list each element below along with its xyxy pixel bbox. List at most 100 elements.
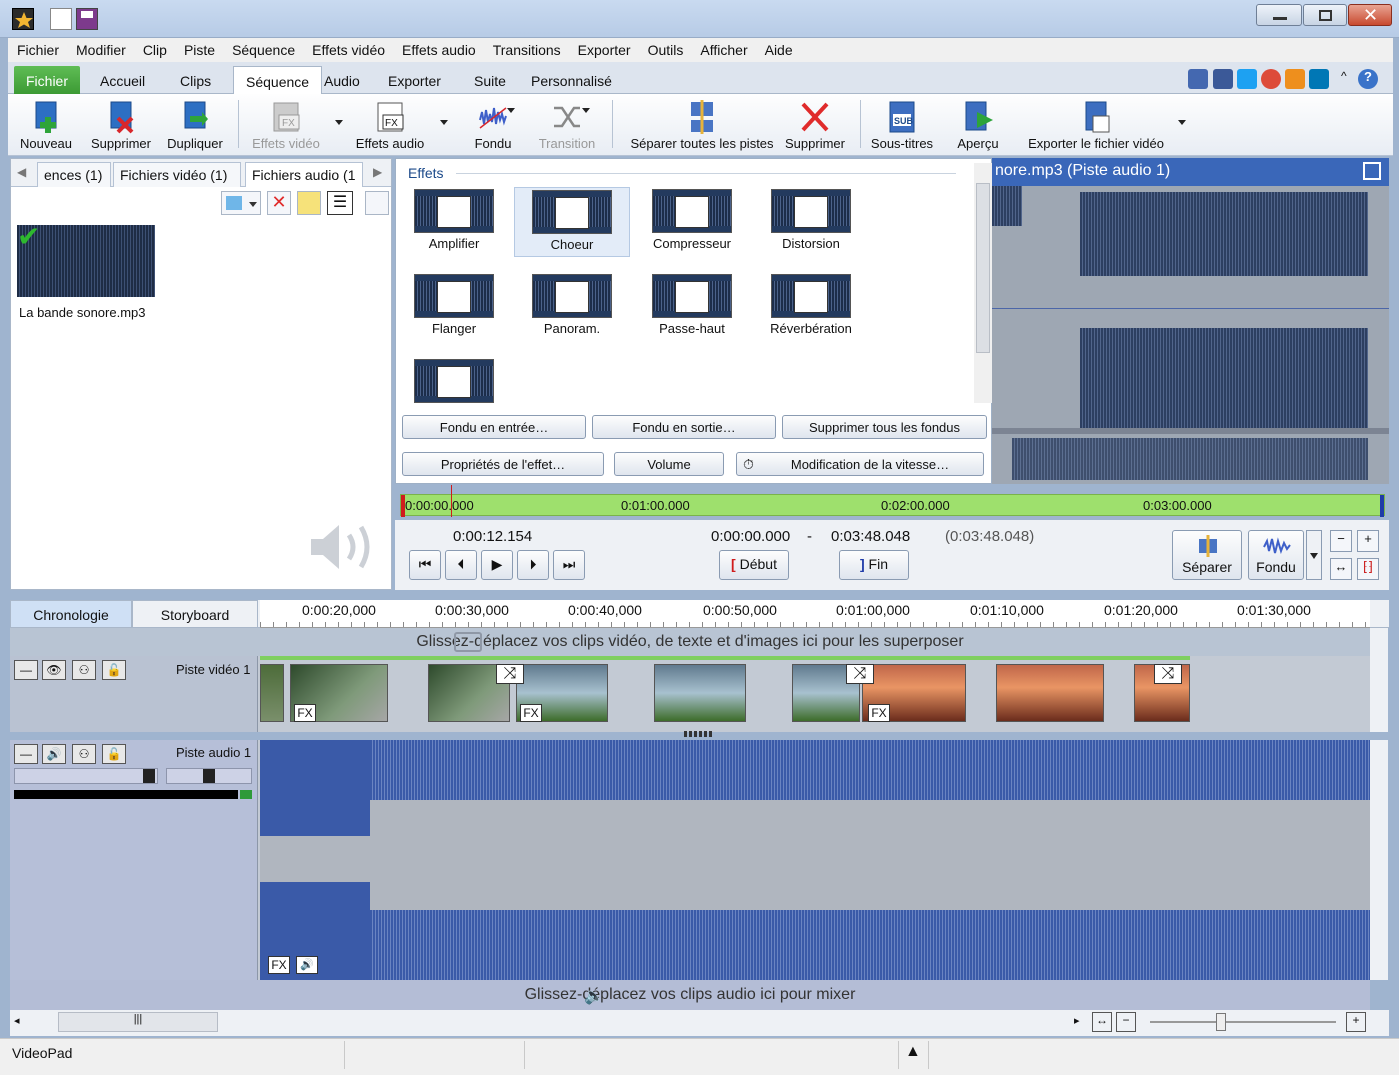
zoom-out-icon[interactable]: −	[1330, 530, 1352, 552]
effets-audio-button[interactable]: FX Effets audio	[350, 98, 430, 154]
fondu-preview-button[interactable]: Fondu	[1248, 530, 1304, 580]
zoom-in-icon[interactable]: +	[1357, 530, 1379, 552]
goto-end-button[interactable]: ⏭	[553, 550, 585, 580]
facebook-icon[interactable]	[1213, 69, 1233, 89]
video-clip[interactable]	[654, 664, 746, 722]
effect-flanger[interactable]: Flanger	[396, 272, 512, 342]
menu-aide[interactable]: Aide	[756, 38, 801, 58]
zoom-in-timeline-icon[interactable]: +	[1346, 1012, 1366, 1032]
volume-slider[interactable]	[14, 768, 158, 784]
effect-compresseur[interactable]: Compresseur	[634, 187, 750, 257]
tab-accueil[interactable]: Accueil	[88, 66, 157, 94]
fx-badge[interactable]: FX	[294, 704, 316, 722]
playhead[interactable]	[451, 485, 452, 517]
menu-effets-audio[interactable]: Effets audio	[393, 38, 484, 58]
video-clip[interactable]	[260, 664, 284, 722]
preview-ruler[interactable]: 0:00:00.000 0:01:00.000 0:02:00.000 0:03…	[400, 485, 1385, 517]
fx-badge[interactable]: FX	[868, 704, 890, 722]
exporter-video-button[interactable]: Exporter le fichier vidéo	[1018, 98, 1174, 154]
sous-titres-button[interactable]: SUB Sous-titres	[864, 98, 940, 154]
tab-sequences[interactable]: ences (1)	[37, 162, 111, 187]
audio-group-icon[interactable]: ⚇	[72, 744, 96, 764]
like-icon[interactable]	[1188, 69, 1208, 89]
mute-icon[interactable]: 🔊	[42, 744, 66, 764]
menu-outils[interactable]: Outils	[639, 38, 692, 58]
effect-reverberation[interactable]: Réverbération	[753, 272, 869, 342]
twitter-icon[interactable]	[1237, 69, 1257, 89]
tab-sequence[interactable]: Séquence	[233, 66, 323, 94]
menu-piste[interactable]: Piste	[175, 38, 223, 58]
timeline-ruler[interactable]: 0:00:20,000 0:00:30,000 0:00:40,000 0:00…	[260, 600, 1370, 628]
tab-chronologie[interactable]: Chronologie	[10, 600, 132, 628]
bin-tabs-right-icon[interactable]: ▶	[373, 165, 382, 179]
transition-icon[interactable]: ⤨	[496, 664, 524, 684]
tab-fichier[interactable]: Fichier	[14, 66, 81, 94]
tab-fichiers-video[interactable]: Fichiers vidéo (1)	[113, 162, 241, 187]
menu-effets-video[interactable]: Effets vidéo	[303, 38, 393, 58]
effect-more[interactable]	[396, 357, 512, 405]
tab-suite[interactable]: Suite	[462, 66, 518, 94]
goto-start-button[interactable]: ⏮	[409, 550, 441, 580]
end-marker[interactable]	[1380, 495, 1384, 517]
video-clip[interactable]	[996, 664, 1104, 722]
audio-volume-icon[interactable]: 🔊	[296, 956, 318, 974]
video-lock-icon[interactable]: 🔓	[102, 660, 126, 680]
transition-icon[interactable]: ⤨	[1154, 664, 1182, 684]
audio-mix-track[interactable]: 🔈 Glissez-déplacez vos clips audio ici p…	[10, 980, 1370, 1010]
help-icon[interactable]: ?	[1358, 69, 1378, 89]
video-track-scrollbar[interactable]	[1370, 628, 1388, 732]
rss-icon[interactable]	[1285, 69, 1305, 89]
zoom-out-timeline-icon[interactable]: −	[1116, 1012, 1136, 1032]
fondu-entree-button[interactable]: Fondu en entrée…	[402, 415, 586, 439]
transition-dropdown-icon[interactable]	[582, 108, 590, 113]
audio-lock-icon[interactable]: 🔓	[102, 744, 126, 764]
effets-audio-dropdown-icon[interactable]	[440, 120, 448, 125]
tab-personnalise[interactable]: Personnalisé	[519, 66, 624, 94]
audio-fx-badge[interactable]: FX	[268, 956, 290, 974]
menu-clip[interactable]: Clip	[134, 38, 175, 58]
fx-badge[interactable]: FX	[520, 704, 542, 722]
tab-clips[interactable]: Clips	[168, 66, 223, 94]
exporter-dropdown-icon[interactable]	[1178, 120, 1186, 125]
prev-frame-button[interactable]: ⏴	[445, 550, 477, 580]
separer-button[interactable]: Séparer	[1172, 530, 1242, 580]
tab-fichiers-audio[interactable]: Fichiers audio (1	[245, 162, 363, 187]
tab-audio[interactable]: Audio	[312, 66, 372, 94]
collapse-audio-icon[interactable]: —	[14, 744, 38, 764]
nouveau-button[interactable]: Nouveau	[14, 98, 78, 154]
collapse-ribbon-icon[interactable]: ^	[1341, 69, 1347, 83]
effets-video-button[interactable]: FX Effets vidéo	[246, 98, 326, 154]
fondu-sortie-button[interactable]: Fondu en sortie…	[592, 415, 776, 439]
tab-exporter[interactable]: Exporter	[376, 66, 453, 94]
remove-file-icon[interactable]: ✕	[267, 191, 291, 215]
effect-choeur[interactable]: Choeur	[514, 187, 630, 257]
zoom-slider[interactable]	[1150, 1013, 1336, 1031]
effets-video-dropdown-icon[interactable]	[335, 120, 343, 125]
supprimer-button[interactable]: Supprimer	[780, 98, 850, 154]
google-plus-icon[interactable]	[1261, 69, 1281, 89]
tab-storyboard[interactable]: Storyboard	[132, 600, 258, 628]
menu-exporter[interactable]: Exporter	[569, 38, 639, 58]
effect-passe-haut[interactable]: Passe-haut	[634, 272, 750, 342]
fin-button[interactable]: ] Fin	[839, 550, 909, 580]
next-frame-button[interactable]: ⏵	[517, 550, 549, 580]
scroll-thumb[interactable]: |||	[58, 1012, 218, 1032]
status-expand-icon[interactable]: ▲	[905, 1043, 921, 1061]
fondu-button[interactable]: Fondu	[458, 98, 528, 154]
separer-toutes-pistes-button[interactable]: Séparer toutes les pistes	[618, 98, 786, 154]
video-group-icon[interactable]: ⚇	[72, 660, 96, 680]
eye-icon[interactable]: 👁	[42, 660, 66, 680]
list-view-icon[interactable]: ☰	[327, 191, 353, 215]
fit-icon[interactable]: ↔	[1330, 558, 1352, 580]
menu-fichier[interactable]: Fichier	[8, 38, 67, 58]
play-button[interactable]: ▶	[481, 550, 513, 580]
transition-icon[interactable]: ⤨	[846, 664, 874, 684]
effect-panoram[interactable]: Panoram.	[514, 272, 630, 342]
effect-amplifier[interactable]: Amplifier	[396, 187, 512, 257]
audio-clip[interactable]	[260, 740, 1370, 980]
undock-preview-icon[interactable]	[1363, 162, 1381, 180]
menu-sequence[interactable]: Séquence	[223, 38, 303, 58]
overlay-track[interactable]: Glissez-déplacez vos clips vidéo, de tex…	[10, 628, 1370, 656]
minimize-button[interactable]	[1256, 4, 1302, 26]
collapse-video-icon[interactable]: —	[14, 660, 38, 680]
